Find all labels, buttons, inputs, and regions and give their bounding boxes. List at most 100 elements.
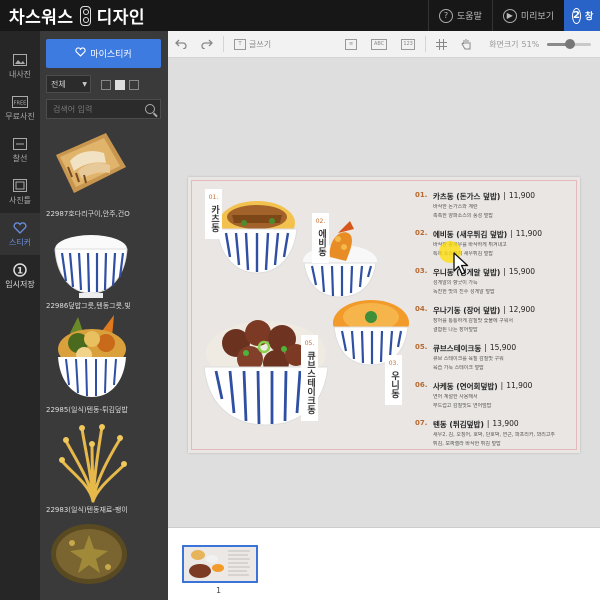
redo-button[interactable] [194, 31, 220, 58]
abc-button[interactable]: ABC [364, 31, 394, 58]
rail-item-temp-save[interactable]: 1 임시저장 [0, 255, 40, 297]
menu-item-price: 11,900 [515, 229, 542, 238]
rail-item-free-photos[interactable]: FREE 무료사진 [0, 87, 40, 129]
dish-label-text: 에비동 [316, 229, 326, 256]
category-value: 전체 [51, 79, 66, 89]
help-label: 도움말 [457, 12, 482, 22]
category-select[interactable]: 전체 ▼ [46, 75, 91, 93]
sticker-item[interactable]: 22983(일식)텐동재료-팽이 [40, 423, 168, 523]
rail-item-lines[interactable]: 찰선 [0, 129, 40, 171]
undo-button[interactable] [168, 31, 194, 58]
sticker-label: 22985(일식)텐동-튀김덮밥 [46, 406, 128, 414]
menu-item[interactable]: 05. 큐브스테이크동 | 15,900 큐브 스테이크를 육질 감칠맛 구워 육즙 가득… [415, 343, 575, 372]
menu-item-title: 우나기동 (장어 덮밥) [433, 306, 501, 315]
large-view-icon[interactable] [129, 80, 139, 90]
hand-icon [461, 39, 471, 50]
sticker-panel: 마이스티커 전체 ▼ 검색어 입력 22987호다리구이,안주,건O 22986… [40, 31, 168, 600]
dish-label-text: 우니동 [389, 371, 399, 398]
menu-item[interactable]: 07. 텐동 (튀김덮밥) | 13,900 새우2, 김, 오징어, 호박, 단호박,… [415, 419, 575, 448]
rail-label: 찰선 [12, 153, 28, 163]
grilled-squid-sticker [56, 133, 126, 193]
design-editor: 차스워스 디자인 ? 도움말 ▶ 미리보기 2 창 내사진 FREE 무료사진 … [0, 0, 600, 600]
menu-item-description: 촉촉한 양파소스의 풍성 덮밥 [433, 213, 493, 219]
menu-item-title: 사케동 (연어회덮밥) [433, 382, 498, 391]
menu-item[interactable]: 03. 우니동 (성게알 덮밥) | 15,900 성게알의 향긋이 가득 녹진한 맛의 … [415, 267, 575, 296]
heart-icon [12, 221, 28, 235]
page-thumbnail-preview [189, 550, 250, 578]
sticker-label: 22986덮밥그릇,텐동그릇,빛 [46, 302, 131, 310]
question-icon: ? [439, 8, 454, 23]
menu-item-price: 11,900 [508, 191, 536, 200]
view-toggle [101, 75, 139, 95]
zoom-slider[interactable] [547, 38, 592, 49]
menu-item[interactable]: 06. 사케동 (연어회덮밥) | 11,900 연어 계절한 사용해서 부드럽고 감칠맛… [415, 381, 575, 410]
menu-item[interactable]: 04. 우나기동 (장어 덮밥) | 12,900 장어를 통통하게 감칠맛 숯불에 구… [415, 305, 575, 334]
zoom-slider-handle[interactable] [564, 38, 575, 49]
menu-list: 01. 카츠동 (돈가스 덮밥) | 11,900 바삭한 돈가스와 계란 촉촉한 양파소… [415, 191, 575, 457]
my-sticker-label: 마이스티커 [90, 50, 132, 60]
search-icon[interactable] [145, 104, 155, 114]
menu-item-description: 장어를 통통하게 감칠맛 숯불에 구워서 [433, 318, 513, 324]
list-view-icon[interactable] [101, 80, 111, 90]
menu-item-number: 01. [415, 191, 428, 199]
menu-item-description: 결합된 나는 장어덮밥 [433, 327, 478, 333]
menu-item-header: 07. 텐동 (튀김덮밥) | 13,900 [415, 419, 575, 430]
menu-item-title: 텐동 (튀김덮밥) [433, 420, 484, 429]
tool-rail: 내사진 FREE 무료사진 찰선 사진틀 스티커 1 임시저장 [0, 31, 40, 600]
logo-text-right: 디자인 [96, 8, 145, 28]
dish-label-katsudon[interactable]: 01. 카츠동 [205, 189, 222, 239]
dish-label-unidon[interactable]: 03. 우니동 [385, 355, 402, 405]
menu-item[interactable]: 01. 카츠동 (돈가스 덮밥) | 11,900 바삭한 돈가스와 계란 촉촉한 양파소… [415, 191, 575, 220]
menu-item-header: 01. 카츠동 (돈가스 덮밥) | 11,900 [415, 191, 575, 202]
logo-mark-icon [79, 5, 91, 26]
sticker-label: 22983(일식)텐동재료-팽이 [46, 506, 128, 514]
frame-icon [12, 179, 28, 193]
layer-button[interactable]: ≡ [338, 31, 364, 58]
katsudon-bowl [216, 201, 298, 274]
rail-item-stickers[interactable]: 스티커 [0, 213, 40, 255]
save-button[interactable]: 2 창 [564, 0, 600, 31]
my-sticker-button[interactable]: 마이스티커 [46, 39, 161, 68]
redo-icon [201, 39, 213, 49]
canvas-area[interactable]: 01. 카츠동 02. 에비동 03. 우니동 05. 큐브스테이크동 01. 카… [168, 58, 600, 527]
grid-button[interactable] [429, 31, 454, 58]
grid-view-icon[interactable] [115, 80, 125, 90]
temp-save-icon: 1 [12, 262, 28, 277]
dish-label-steakdon[interactable]: 05. 큐브스테이크동 [301, 335, 318, 421]
cursor-pointer-icon [453, 252, 469, 275]
sticker-item[interactable]: 22985(일식)텐동-튀김덮밥 [40, 313, 168, 423]
menu-item-header: 04. 우나기동 (장어 덮밥) | 12,900 [415, 305, 575, 316]
design-page[interactable]: 01. 카츠동 02. 에비동 03. 우니동 05. 큐브스테이크동 01. 카… [188, 177, 580, 453]
preview-button[interactable]: ▶ 미리보기 [491, 0, 564, 31]
undo-icon [175, 39, 187, 49]
line-icon [12, 137, 28, 151]
page-number: 1 [216, 586, 222, 595]
grid-icon [436, 38, 448, 50]
sticker-item[interactable]: 22987호다리구이,안주,건O [40, 127, 168, 218]
menu-item-price: 15,900 [508, 267, 536, 276]
menu-item-header: 02. 에비동 (새우튀김 덮밥) | 11,900 [415, 229, 575, 240]
svg-text:FREE: FREE [14, 100, 27, 106]
search-input[interactable] [47, 104, 141, 114]
numbering-button[interactable]: 123 [394, 31, 422, 58]
menu-item-number: 05. [415, 343, 428, 351]
help-button[interactable]: ? 도움말 [428, 0, 492, 31]
page-thumbnail[interactable] [182, 545, 258, 583]
filter-row: 전체 ▼ [46, 75, 161, 95]
logo-text-left: 차스워스 [9, 8, 74, 28]
dish-label-ebidon[interactable]: 02. 에비동 [312, 213, 329, 263]
rail-label: 내사진 [8, 69, 32, 79]
rail-item-my-photos[interactable]: 내사진 [0, 45, 40, 87]
app-logo[interactable]: 차스워스 디자인 [0, 3, 145, 28]
sticker-item[interactable]: 22986덮밥그릇,텐동그릇,빛 [40, 223, 168, 313]
hand-tool-button[interactable] [454, 31, 479, 58]
text-tool-label: 글쓰기 [249, 39, 272, 49]
text-tool-button[interactable]: T 글쓰기 [227, 31, 278, 58]
menu-item-separator: | [500, 381, 504, 390]
menu-item-description: 연어 계절한 사용해서 [433, 394, 478, 400]
menu-item-number: 04. [415, 305, 428, 313]
sticker-item[interactable] [40, 523, 168, 600]
editor-toolbar: T 글쓰기 ≡ ABC 123 화면크기 51% [168, 31, 600, 58]
rail-item-frames[interactable]: 사진틀 [0, 171, 40, 213]
menu-item-separator: | [503, 267, 506, 276]
